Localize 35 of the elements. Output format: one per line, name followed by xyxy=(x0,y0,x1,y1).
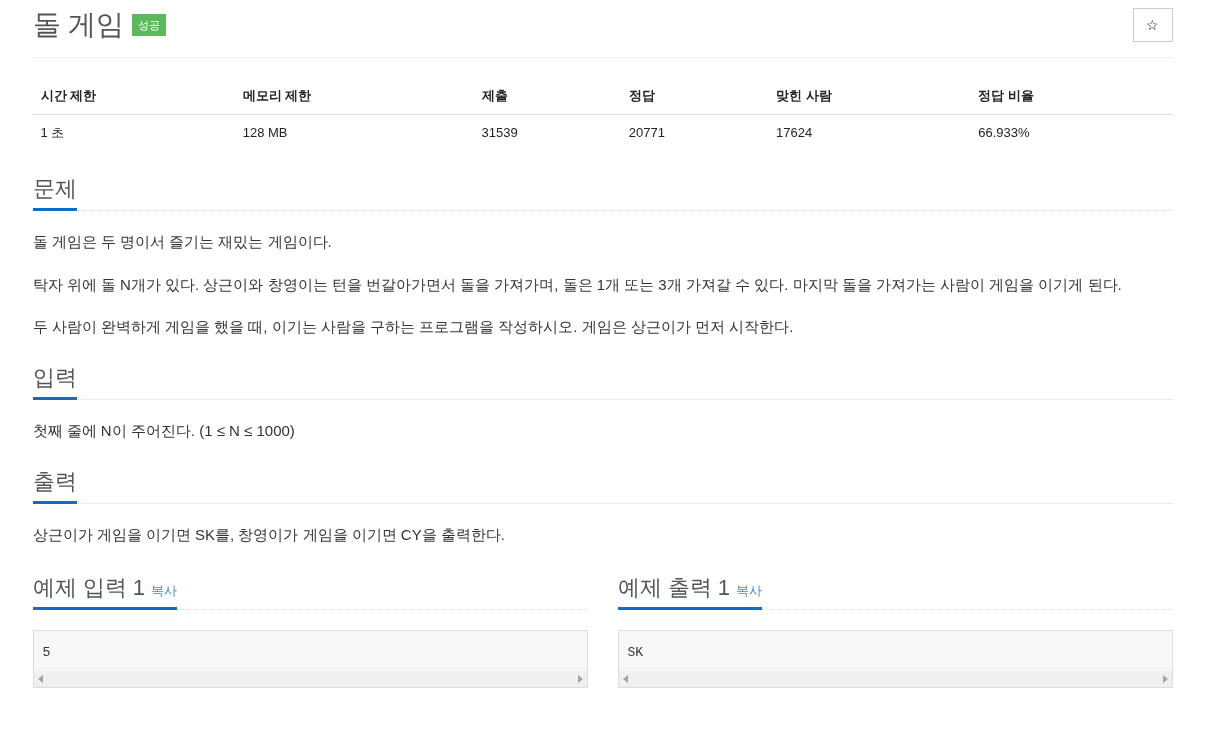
column-header: 시간 제한 xyxy=(32,78,235,114)
sample-text: SK xyxy=(626,644,645,663)
copy-link[interactable]: 복사 xyxy=(735,582,762,599)
horizontal-scrollbar[interactable] xyxy=(33,670,587,687)
horizontal-scrollbar[interactable] xyxy=(618,670,1172,687)
sample-heading: 예제 출력 1 xyxy=(617,574,730,602)
table-cell: 17624 xyxy=(768,114,971,150)
section-heading: 입력 xyxy=(32,364,77,401)
problem-title: 돌 게임 xyxy=(32,8,125,42)
column-header: 정답 비율 xyxy=(970,78,1173,114)
table-cell: 128 MB xyxy=(234,114,474,150)
copy-link[interactable]: 복사 xyxy=(150,582,177,599)
paragraph: 상근이가 게임을 이기면 SK를, 창영이가 게임을 이기면 CY을 출력한다. xyxy=(32,525,507,546)
section-heading: 출력 xyxy=(32,468,77,505)
sample-heading: 예제 입력 1 xyxy=(32,574,145,602)
scroll-right-arrow-icon[interactable] xyxy=(1162,674,1168,683)
scroll-right-arrow-icon[interactable] xyxy=(577,674,583,683)
column-header: 정답 xyxy=(620,78,769,114)
paragraph: 탁자 위에 돌 N개가 있다. 상근이와 창영이는 턴을 번갈아가면서 돌을 가져가며, 돌은 1개 또는 3개 가져갈 수 있다. 마지막 돌을 가져가는 사람이 게임을 이기게 된다. xyxy=(32,274,1123,295)
column-header: 제출 xyxy=(473,78,621,114)
column-header: 맞힌 사람 xyxy=(768,78,971,114)
table-cell: 1 초 xyxy=(32,114,235,150)
section-heading: 문제 xyxy=(32,176,77,212)
column-header: 메모리 제한 xyxy=(234,78,474,114)
table-cell: 31539 xyxy=(473,114,621,150)
sample-text: 5 xyxy=(41,644,52,663)
table-cell: 20771 xyxy=(620,114,769,150)
paragraph: 첫째 줄에 N이 주어진다. (1 ≤ N ≤ 1000) xyxy=(32,421,296,442)
scroll-left-arrow-icon[interactable] xyxy=(37,674,43,683)
paragraph: 돌 게임은 두 명이서 즐기는 재밌는 게임이다. xyxy=(32,232,333,253)
paragraph: 두 사람이 완벽하게 게임을 했을 때, 이기는 사람을 구하는 프로그램을 작성하시오. 게임은 상근이가 먼저 시작한다. xyxy=(32,317,795,338)
table-cell: 66.933% xyxy=(970,114,1173,150)
favorite-star-button[interactable]: ☆ xyxy=(1132,8,1173,42)
scroll-left-arrow-icon[interactable] xyxy=(622,674,628,683)
status-badge: 성공 xyxy=(132,13,167,37)
